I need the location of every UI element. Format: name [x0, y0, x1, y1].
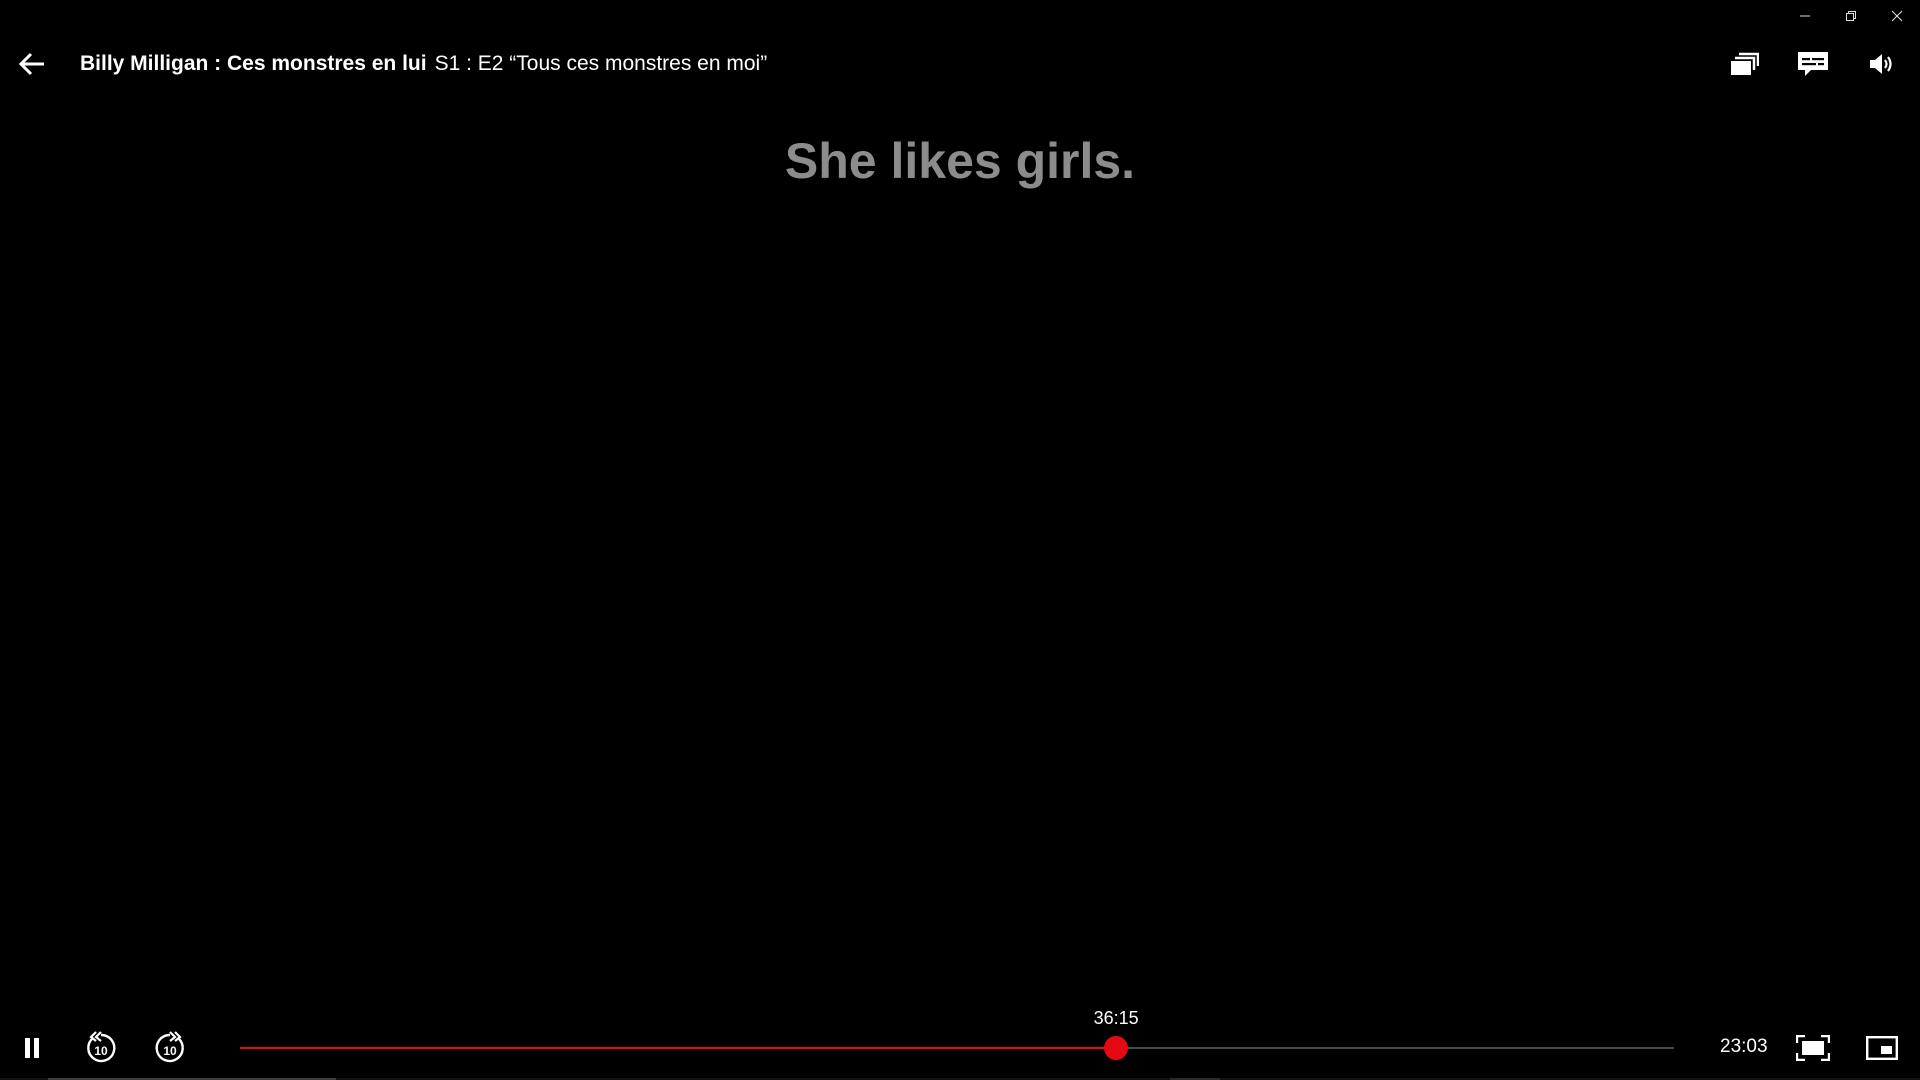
volume-button[interactable]: [1862, 44, 1902, 84]
restore-button[interactable]: [1828, 0, 1874, 32]
video-player[interactable]: Billy Milligan : Ces monstres en lui S1 …: [0, 0, 1920, 1080]
minimize-icon: [1800, 15, 1810, 17]
forward-10-button[interactable]: 10: [150, 1028, 190, 1068]
pause-button[interactable]: [12, 1028, 52, 1068]
remaining-time: 23:03: [1720, 1036, 1768, 1057]
pause-icon: [25, 1038, 39, 1058]
forward-10-label: 10: [163, 1044, 177, 1058]
restore-icon: [1846, 11, 1856, 21]
progress-scrubber[interactable]: [1104, 1036, 1129, 1060]
close-icon: [1891, 10, 1903, 22]
episodes-icon: [1731, 52, 1759, 75]
episode-info: S1 : E2 “Tous ces monstres en moi”: [434, 52, 768, 75]
hover-time: 36:15: [1093, 1008, 1139, 1028]
rewind-10-icon: 10: [87, 1031, 116, 1063]
back-button[interactable]: [14, 44, 50, 84]
arrow-left-icon: [18, 52, 44, 76]
fullscreen-icon: [1796, 1035, 1830, 1061]
close-button[interactable]: [1874, 0, 1920, 32]
window-controls: [1782, 0, 1920, 32]
bottom-controls: 10 10 36:15 23:03: [0, 1000, 1920, 1080]
minimize-button[interactable]: [1782, 0, 1828, 32]
picture-in-picture-icon: [1866, 1036, 1898, 1060]
show-title: Billy Milligan : Ces monstres en lui: [80, 52, 427, 75]
progress-timeline[interactable]: 36:15: [240, 1000, 1674, 1080]
title-bar: Billy Milligan : Ces monstres en lui S1 …: [80, 44, 767, 84]
fullscreen-button[interactable]: [1793, 1028, 1833, 1068]
forward-10-icon: 10: [155, 1031, 184, 1063]
rewind-10-label: 10: [94, 1044, 108, 1058]
subtitle-text: She likes girls.: [784, 133, 1136, 189]
progress-played: [240, 1047, 1117, 1049]
rewind-10-button[interactable]: 10: [81, 1028, 121, 1068]
volume-icon: [1870, 54, 1892, 74]
subtitles-button[interactable]: [1793, 44, 1833, 84]
episodes-button[interactable]: [1724, 44, 1764, 84]
picture-in-picture-button[interactable]: [1862, 1028, 1902, 1068]
subtitles-icon: [1798, 52, 1828, 76]
